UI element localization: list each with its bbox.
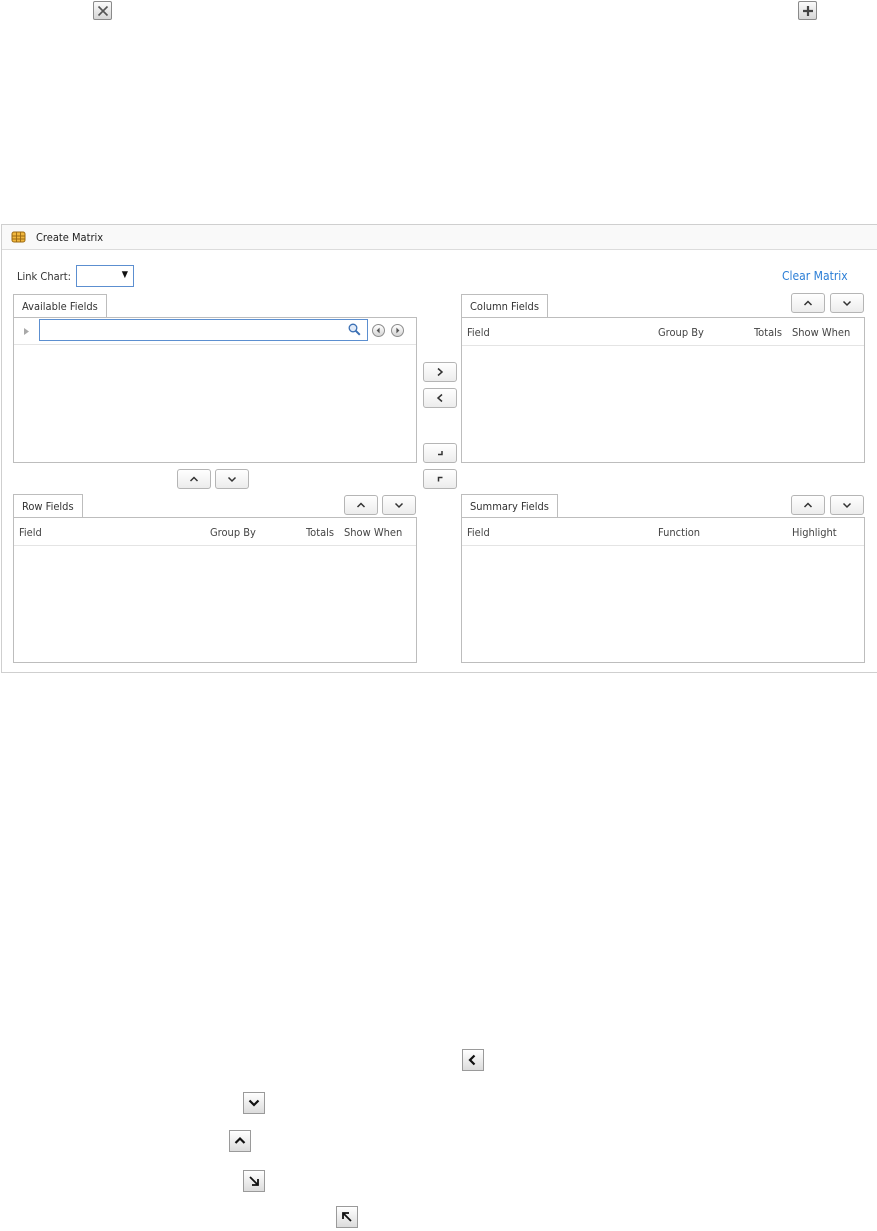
move-to-rows-button[interactable]: [423, 443, 457, 463]
summary-fields-grid: Field Function Highlight: [461, 517, 865, 663]
chevron-up-icon[interactable]: [229, 1130, 251, 1152]
expand-plus-icon[interactable]: [798, 1, 817, 20]
tab-column-fields-label: Column Fields: [470, 300, 539, 313]
create-matrix-panel: Create Matrix Link Chart: ▼ Clear Matrix…: [1, 224, 877, 673]
tab-summary-fields[interactable]: Summary Fields: [461, 494, 558, 518]
tab-available-fields-label: Available Fields: [22, 300, 98, 313]
previous-icon[interactable]: [372, 324, 385, 337]
expand-triangle-icon[interactable]: [23, 326, 30, 339]
summary-header-field: Field: [467, 526, 490, 539]
move-from-rows-button[interactable]: [423, 469, 457, 489]
summary-grid-header-line: [462, 545, 864, 546]
chevron-down-icon[interactable]: [243, 1092, 265, 1114]
row-move-up-button[interactable]: [344, 495, 378, 515]
summary-header-function: Function: [658, 526, 701, 539]
tab-available-fields[interactable]: Available Fields: [13, 294, 107, 318]
summary-move-up-button[interactable]: [791, 495, 825, 515]
search-input[interactable]: [39, 319, 368, 341]
tab-row-fields-label: Row Fields: [22, 500, 74, 513]
row-header-group-by: Group By: [210, 526, 256, 539]
tab-column-fields[interactable]: Column Fields: [461, 294, 548, 318]
dropdown-arrow-icon: ▼: [121, 270, 128, 280]
summary-header-highlight: Highlight: [792, 526, 837, 539]
summary-move-down-button[interactable]: [830, 495, 864, 515]
row-move-down-button[interactable]: [382, 495, 416, 515]
panel-title: Create Matrix: [36, 231, 104, 244]
column-move-down-button[interactable]: [830, 293, 864, 313]
next-icon[interactable]: [391, 324, 404, 337]
close-icon[interactable]: [93, 1, 112, 20]
link-chart-label: Link Chart:: [17, 270, 71, 283]
remove-from-columns-button[interactable]: [423, 388, 457, 408]
matrix-icon: [11, 230, 27, 247]
row-fields-grid: Field Group By Totals Show When: [13, 517, 417, 663]
available-fields-separator: [14, 344, 416, 345]
column-fields-grid: Field Group By Totals Show When: [461, 317, 865, 463]
row-header-totals: Totals: [306, 526, 335, 539]
column-header-group-by: Group By: [658, 326, 704, 339]
available-move-up-button[interactable]: [177, 469, 211, 489]
arrow-down-right-icon[interactable]: [243, 1170, 265, 1192]
column-grid-header-line: [462, 345, 864, 346]
chevron-left-icon[interactable]: [462, 1049, 484, 1071]
available-move-down-button[interactable]: [215, 469, 249, 489]
column-header-show-when: Show When: [792, 326, 851, 339]
search-icon[interactable]: [348, 323, 361, 339]
clear-matrix-link[interactable]: Clear Matrix: [782, 269, 848, 283]
arrow-up-left-icon[interactable]: [336, 1206, 358, 1228]
column-header-field: Field: [467, 326, 490, 339]
tab-summary-fields-label: Summary Fields: [470, 500, 549, 513]
column-move-up-button[interactable]: [791, 293, 825, 313]
row-header-field: Field: [19, 526, 42, 539]
tab-row-fields[interactable]: Row Fields: [13, 494, 83, 518]
column-header-totals: Totals: [754, 326, 783, 339]
panel-header: Create Matrix: [2, 225, 877, 250]
link-chart-select[interactable]: ▼: [76, 265, 134, 287]
available-fields-box: [13, 317, 417, 463]
row-grid-header-line: [14, 545, 416, 546]
row-header-show-when: Show When: [344, 526, 403, 539]
add-to-columns-button[interactable]: [423, 362, 457, 382]
